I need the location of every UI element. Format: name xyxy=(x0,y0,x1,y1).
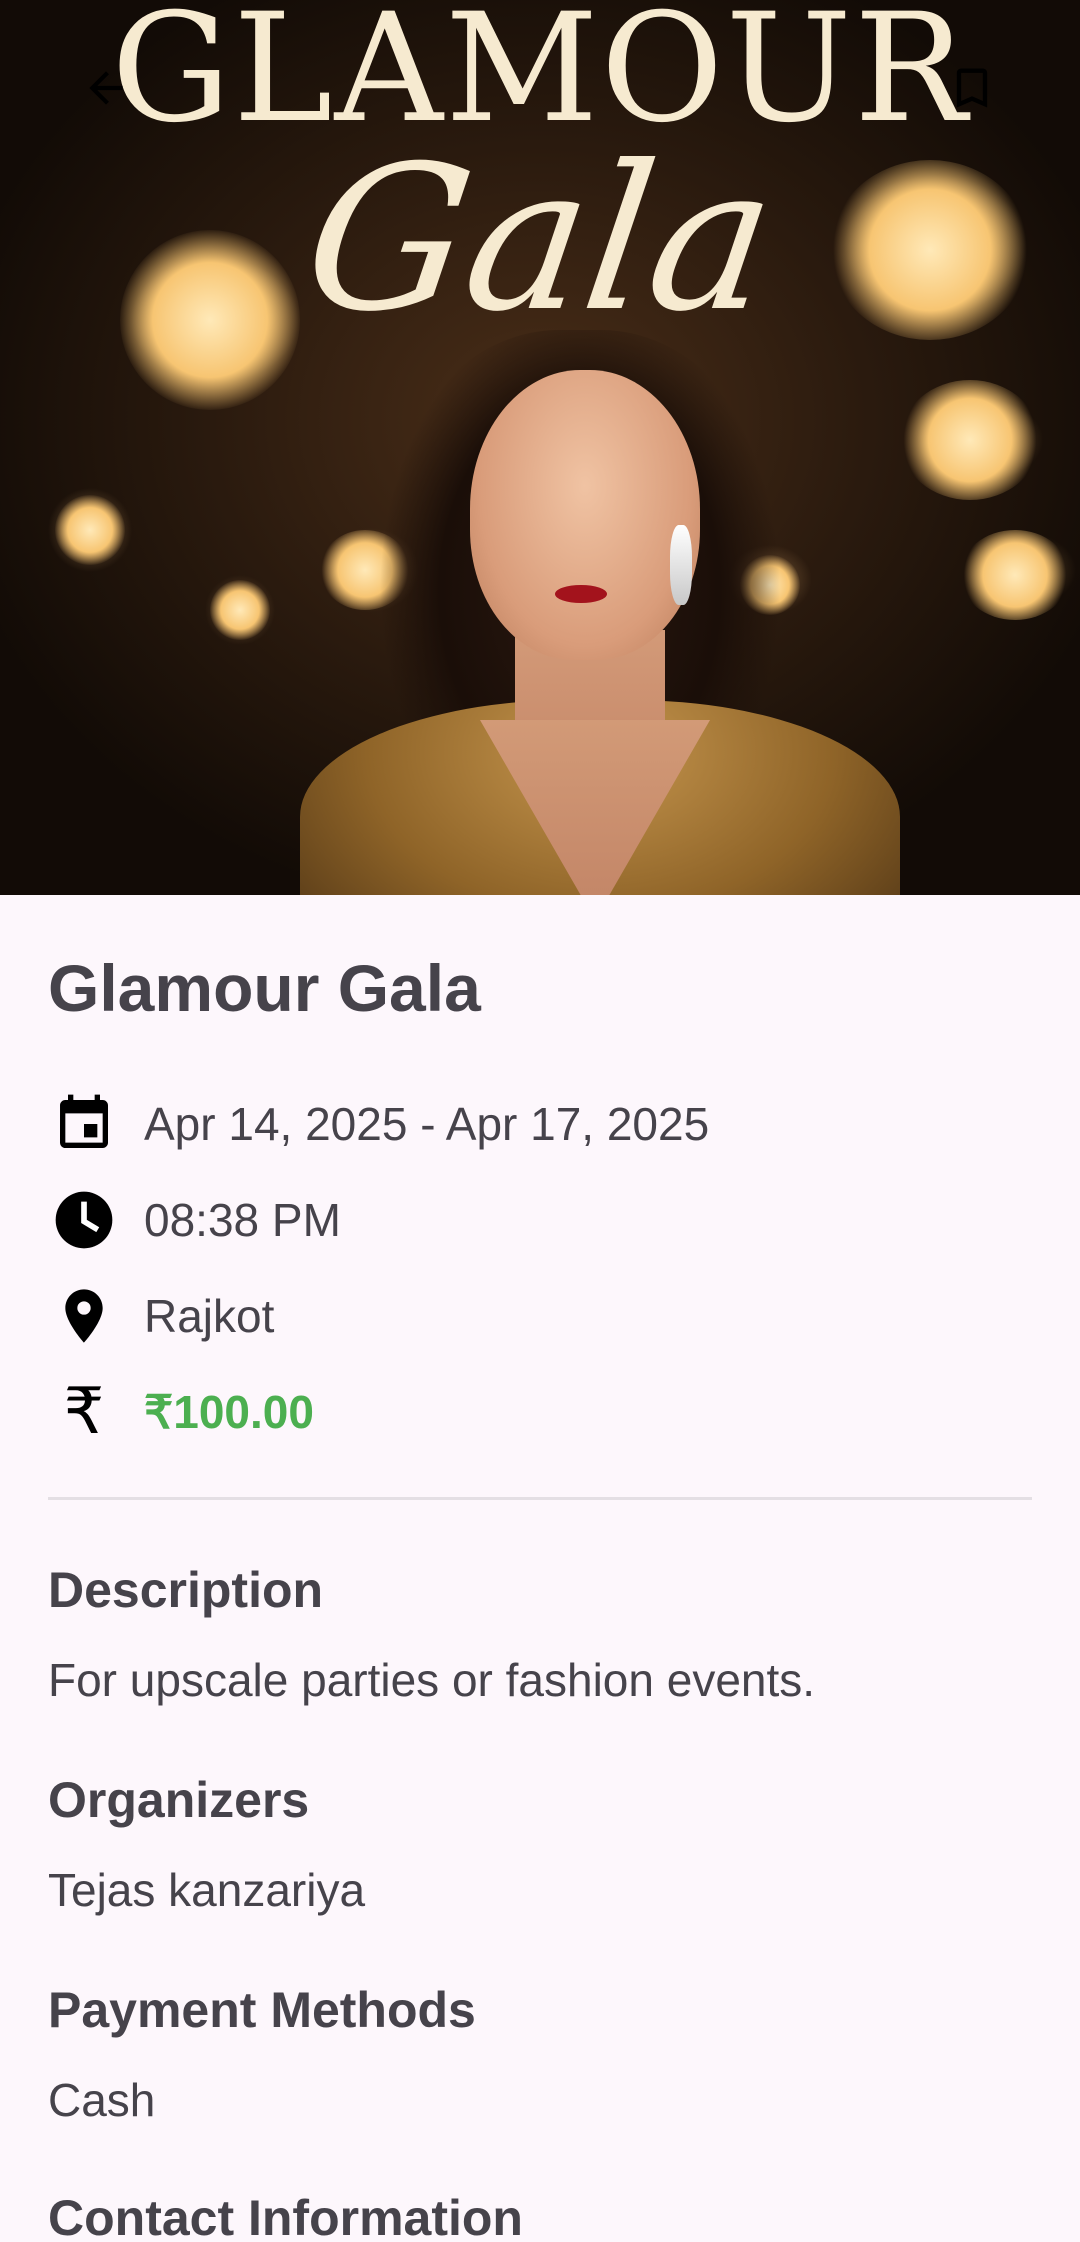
arrow-back-icon xyxy=(89,71,123,105)
event-details-screen: GLAMOUR Gala Glamour Gala Apr 14, 2025 -… xyxy=(0,0,1080,2242)
rupee-icon: ₹ xyxy=(63,1375,105,1449)
bookmark-button[interactable] xyxy=(942,58,1002,118)
organizers-heading: Organizers xyxy=(48,1772,310,1828)
organizer-name: Tejas kanzariya xyxy=(48,1864,366,1916)
back-button[interactable] xyxy=(76,58,136,118)
payment-method-value: Cash xyxy=(48,2074,156,2126)
divider xyxy=(48,1497,1032,1500)
date-row: Apr 14, 2025 - Apr 17, 2025 xyxy=(48,1088,709,1160)
model-lips xyxy=(555,585,607,603)
model-face xyxy=(470,370,700,660)
calendar-icon xyxy=(48,1088,120,1160)
event-time: 08:38 PM xyxy=(144,1194,341,1246)
location-row: Rajkot xyxy=(48,1280,274,1352)
bookmark-outline-icon xyxy=(956,68,988,108)
poster-title-line2: Gala xyxy=(292,123,788,356)
bokeh-light xyxy=(55,495,125,565)
description-heading: Description xyxy=(48,1562,324,1618)
event-poster-image: GLAMOUR Gala xyxy=(0,0,1080,895)
description-text: For upscale parties or fashion events. xyxy=(48,1654,816,1706)
price-row: ₹ ₹100.00 xyxy=(48,1376,314,1448)
chandelier-light xyxy=(900,380,1040,500)
clock-icon xyxy=(48,1184,120,1256)
event-info-panel: Glamour Gala Apr 14, 2025 - Apr 17, 2025… xyxy=(0,895,1080,2242)
event-date-range: Apr 14, 2025 - Apr 17, 2025 xyxy=(144,1098,710,1150)
location-pin-icon xyxy=(48,1280,120,1352)
bokeh-light xyxy=(210,580,270,640)
payment-methods-heading: Payment Methods xyxy=(48,1982,476,2038)
event-price: ₹100.00 xyxy=(144,1386,314,1438)
earring xyxy=(670,525,692,605)
event-location: Rajkot xyxy=(144,1290,275,1342)
contact-information-heading: Contact Information xyxy=(48,2190,523,2242)
time-row: 08:38 PM xyxy=(48,1184,341,1256)
event-title: Glamour Gala xyxy=(48,951,481,1025)
bokeh-light xyxy=(960,530,1070,620)
